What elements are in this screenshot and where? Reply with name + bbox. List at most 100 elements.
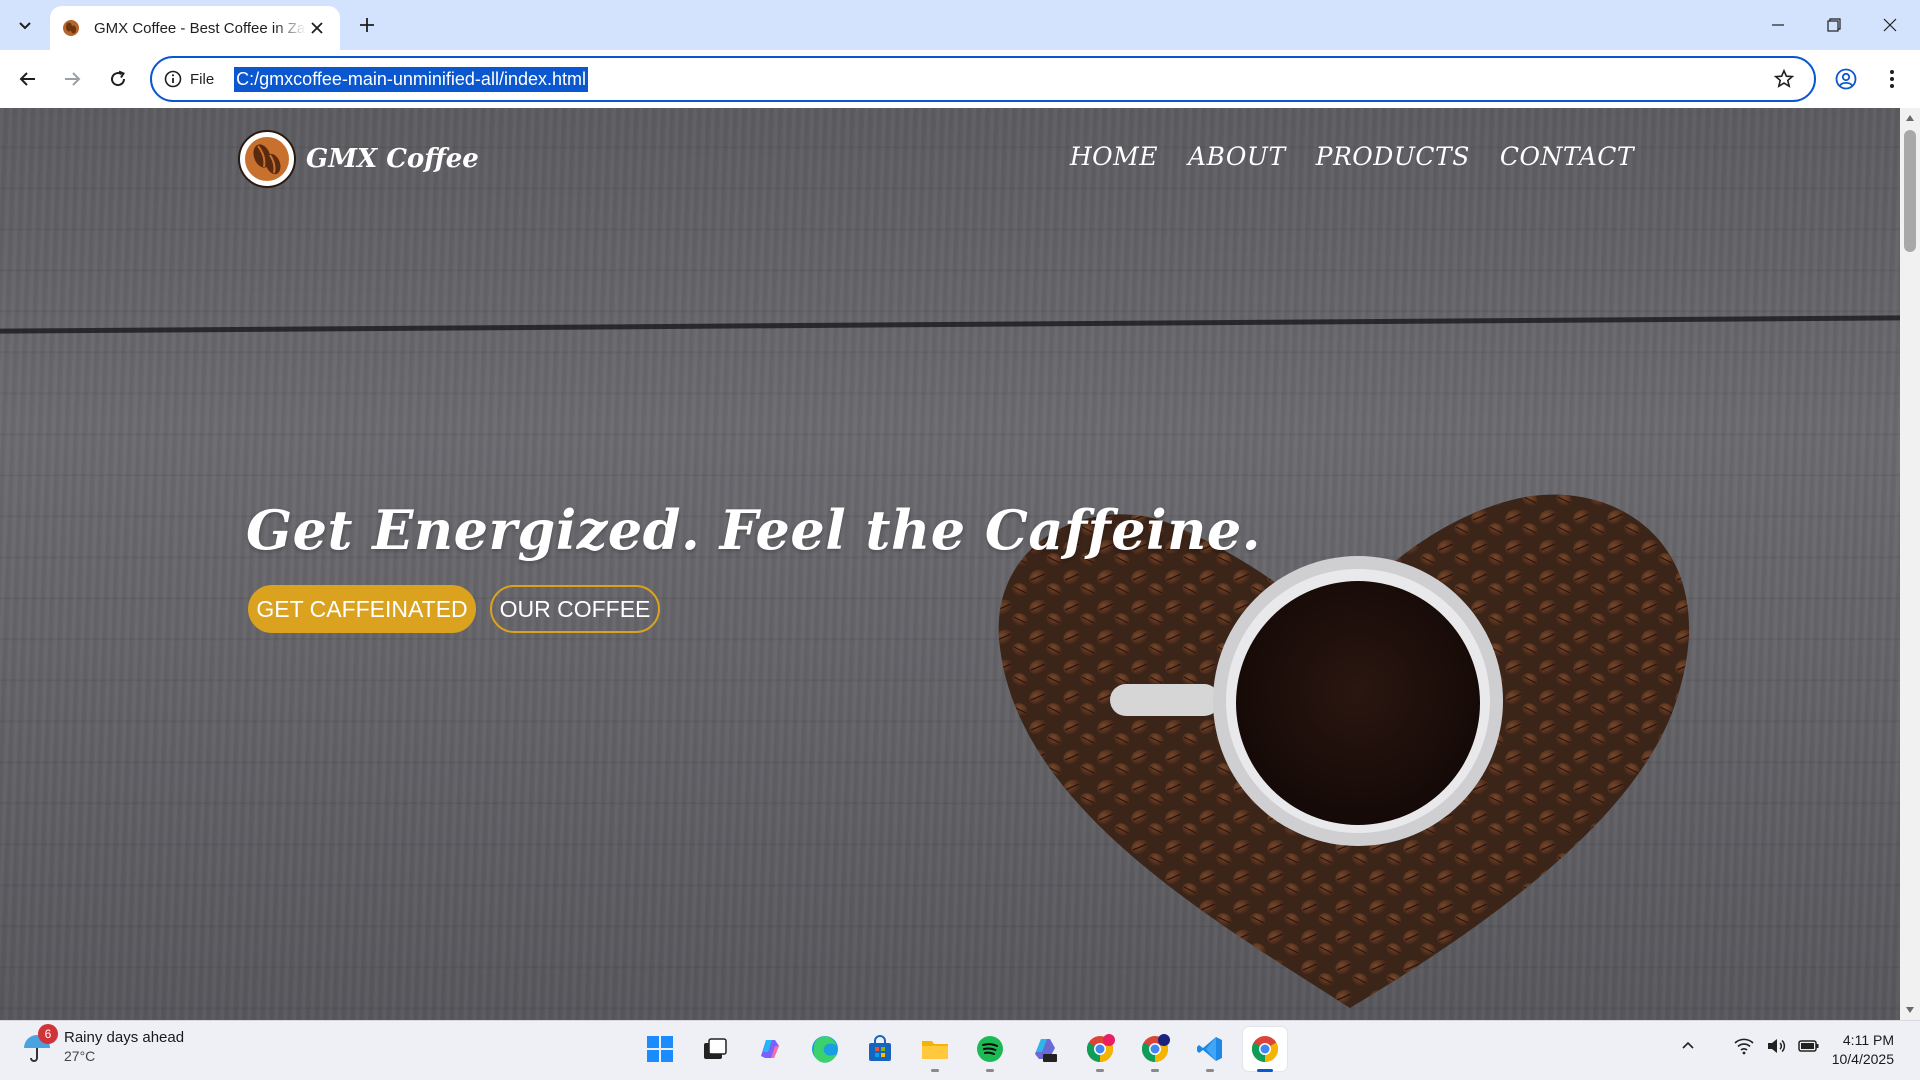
running-indicator (931, 1069, 939, 1072)
weather-temp: 27°C (64, 1048, 96, 1064)
chevron-down-icon (19, 22, 31, 30)
taskbar-apps (638, 1027, 1287, 1072)
coffee-bean-logo (238, 130, 296, 188)
nav-contact[interactable]: CONTACT (1500, 142, 1634, 171)
new-tab-button[interactable] (352, 10, 382, 40)
store-button[interactable] (858, 1027, 902, 1071)
brand-link[interactable]: GMX Coffee (238, 130, 479, 188)
address-bar[interactable]: File C:/gmxcoffee-main-unminified-all/in… (150, 56, 1816, 102)
coffee-favicon (63, 20, 79, 36)
site-navbar: GMX Coffee HOME ABOUT PRODUCTS CONTACT (0, 108, 1900, 208)
plus-icon (360, 18, 374, 32)
page-viewport: GMX Coffee HOME ABOUT PRODUCTS CONTACT G… (0, 108, 1900, 1020)
copilot-button[interactable] (748, 1027, 792, 1071)
edge-icon (812, 1036, 838, 1063)
minimize-icon (1772, 24, 1784, 26)
running-indicator (1206, 1069, 1214, 1072)
chrome-active-button[interactable] (1243, 1027, 1287, 1072)
more-vert-icon (1890, 70, 1894, 88)
edge-button[interactable] (803, 1027, 847, 1071)
running-indicator (1151, 1069, 1159, 1072)
restore-button[interactable] (1806, 0, 1862, 50)
wifi-icon[interactable] (1734, 1037, 1754, 1055)
get-caffeinated-button[interactable]: GET CAFFEINATED (248, 585, 476, 633)
vscode-icon (1197, 1037, 1222, 1061)
task-view-button[interactable] (693, 1027, 737, 1071)
page-scrollbar[interactable] (1900, 108, 1920, 1020)
main-menu: HOME ABOUT PRODUCTS CONTACT (1070, 142, 1634, 171)
start-button[interactable] (638, 1027, 682, 1071)
scrollbar-thumb[interactable] (1904, 130, 1916, 252)
browser-toolbar: File C:/gmxcoffee-main-unminified-all/in… (0, 50, 1920, 108)
forward-arrow-icon (65, 72, 81, 86)
chrome-profile-l-button[interactable] (1078, 1027, 1122, 1072)
clock[interactable]: 4:11 PM 10/4/2025 (1832, 1031, 1894, 1069)
clock-time: 4:11 PM (1842, 1032, 1894, 1048)
reload-icon (111, 70, 126, 87)
spotify-icon (977, 1036, 1003, 1062)
profile-button[interactable] (1828, 61, 1864, 97)
back-button[interactable] (10, 61, 46, 97)
menu-button[interactable] (1874, 61, 1910, 97)
forward-button[interactable] (54, 61, 90, 97)
coffee-bean-icon (245, 137, 289, 181)
close-window-icon (1883, 18, 1897, 32)
tab-strip: GMX Coffee - Best Coffee in Zamboanga (0, 0, 1920, 50)
url-text[interactable]: C:/gmxcoffee-main-unminified-all/index.h… (234, 66, 588, 92)
site-info-label: File (190, 70, 215, 88)
spotify-button[interactable] (968, 1027, 1012, 1072)
system-tray (1680, 1037, 1820, 1055)
back-arrow-icon (19, 72, 35, 86)
wood-plank-seam (0, 315, 1900, 334)
site-info-button[interactable]: File (164, 70, 214, 88)
running-indicator (1096, 1069, 1104, 1072)
m365-icon (1035, 1039, 1057, 1062)
profile-icon (1835, 68, 1857, 90)
chrome-icon (1141, 1034, 1170, 1063)
file-explorer-button[interactable] (913, 1027, 957, 1072)
restore-icon (1827, 18, 1841, 32)
windows-logo-icon (647, 1036, 673, 1062)
minimize-button[interactable] (1750, 0, 1806, 50)
copilot-icon (761, 1040, 779, 1058)
brand-name: GMX Coffee (306, 144, 479, 174)
volume-icon[interactable] (1766, 1037, 1786, 1055)
nav-about[interactable]: ABOUT (1188, 142, 1286, 171)
store-bag-icon (869, 1035, 891, 1061)
triangle-down-icon (1906, 1007, 1914, 1013)
our-coffee-button[interactable]: OUR COFFEE (490, 585, 660, 633)
chrome-profile-2-button[interactable] (1133, 1027, 1177, 1072)
close-icon (311, 22, 323, 34)
chevron-up-icon[interactable] (1680, 1038, 1696, 1054)
m365-button[interactable] (1023, 1027, 1067, 1071)
weather-widget[interactable]: 6 Rainy days ahead 27°C (20, 1023, 185, 1064)
vscode-button[interactable] (1188, 1027, 1232, 1072)
weather-headline: Rainy days ahead (64, 1029, 185, 1046)
nav-products[interactable]: PRODUCTS (1316, 142, 1470, 171)
info-icon (164, 70, 182, 88)
hero-title: Get Energized. Feel the Caffeine. (246, 498, 1262, 562)
reload-button[interactable] (100, 61, 136, 97)
umbrella-icon: 6 (20, 1023, 58, 1064)
folder-icon (922, 1041, 948, 1059)
scroll-down-arrow[interactable] (1904, 1004, 1916, 1016)
star-icon (1774, 69, 1794, 88)
close-tab-button[interactable] (306, 17, 328, 39)
tab-search-button[interactable] (8, 8, 42, 42)
scroll-up-arrow[interactable] (1904, 112, 1916, 124)
weather-badge: 6 (38, 1023, 58, 1044)
tab-title: GMX Coffee - Best Coffee in Zamboanga (94, 19, 306, 37)
clock-date: 10/4/2025 (1831, 1051, 1894, 1067)
chrome-icon (1086, 1034, 1115, 1063)
browser-tab[interactable]: GMX Coffee - Best Coffee in Zamboanga (50, 6, 340, 50)
nav-home[interactable]: HOME (1070, 142, 1158, 171)
battery-icon[interactable] (1798, 1038, 1820, 1054)
bookmark-button[interactable] (1770, 65, 1798, 93)
triangle-up-icon (1906, 115, 1914, 121)
close-window-button[interactable] (1862, 0, 1918, 50)
running-indicator (1257, 1069, 1273, 1072)
task-view-icon (704, 1038, 727, 1059)
chrome-icon (1251, 1036, 1279, 1063)
windows-taskbar: 6 Rainy days ahead 27°C 4:11 PM 10/4/202… (0, 1020, 1920, 1080)
running-indicator (986, 1069, 994, 1072)
